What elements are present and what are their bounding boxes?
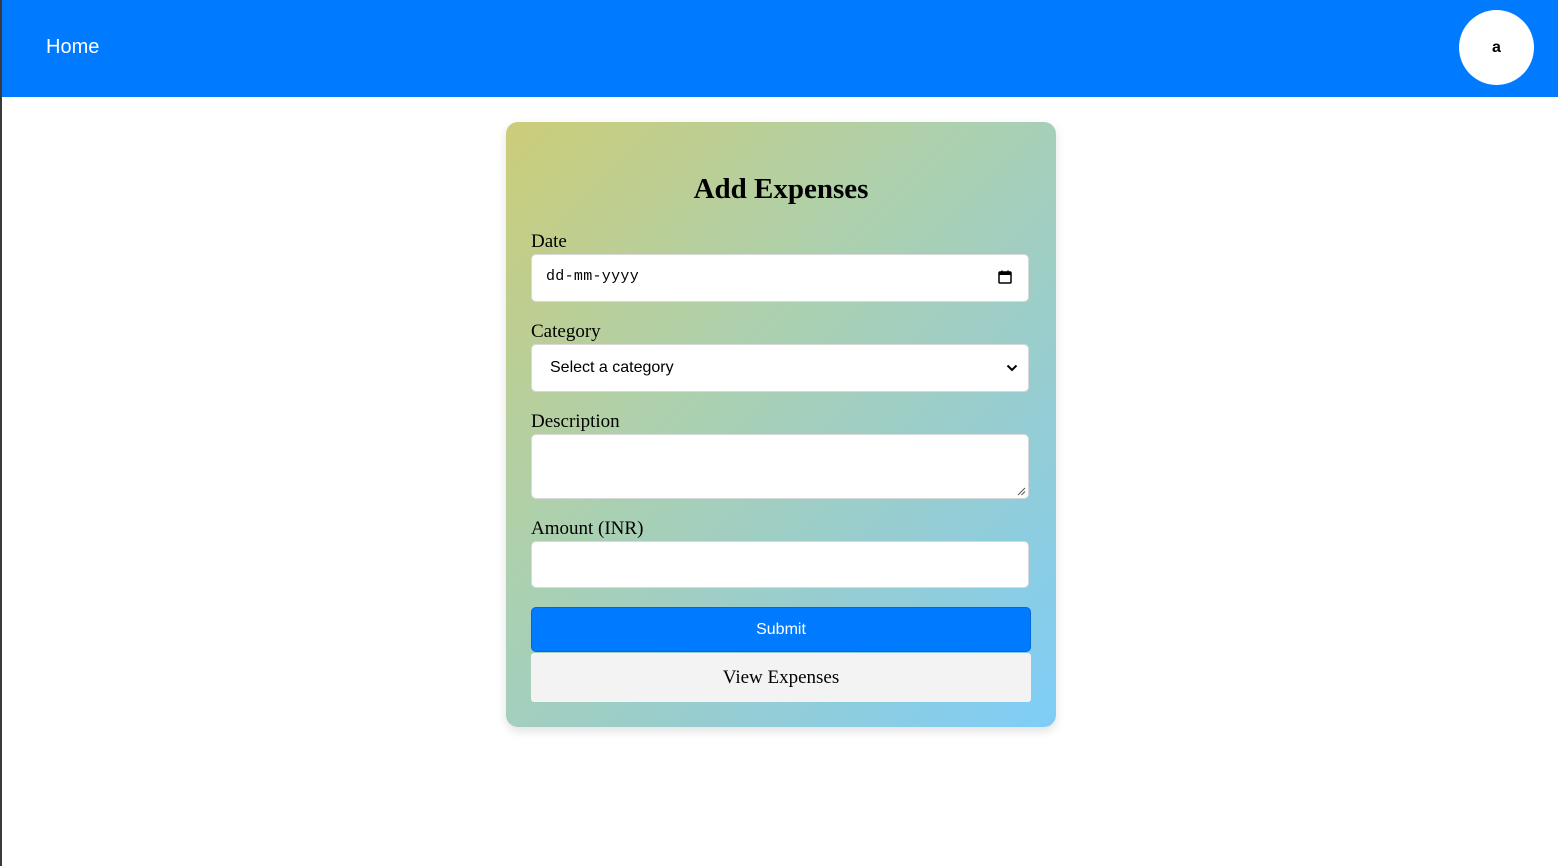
top-navbar: Home a [2,0,1558,97]
page-title: Add Expenses [693,173,869,205]
amount-label: Amount (INR) [531,518,644,539]
category-selected-value: Select a category [550,359,674,376]
calendar-icon[interactable] [998,270,1012,284]
amount-input[interactable] [531,541,1029,588]
date-placeholder: dd-mm-yyyy [546,268,640,285]
resize-handle-icon[interactable] [1016,486,1026,496]
category-label: Category [531,321,601,342]
submit-button[interactable]: Submit [531,607,1031,652]
view-expenses-button[interactable]: View Expenses [531,653,1031,702]
nav-home-link[interactable]: Home [46,34,99,60]
add-expense-card: Add Expenses Date dd-mm-yyyy Category Se… [506,122,1056,727]
category-select[interactable]: Select a category [531,344,1029,392]
window-edge [0,0,2,866]
description-label: Description [531,411,620,432]
chevron-down-icon [1006,364,1018,372]
date-input[interactable]: dd-mm-yyyy [531,254,1029,302]
date-label: Date [531,231,567,252]
description-textarea[interactable] [531,434,1029,499]
avatar[interactable]: a [1459,10,1534,85]
